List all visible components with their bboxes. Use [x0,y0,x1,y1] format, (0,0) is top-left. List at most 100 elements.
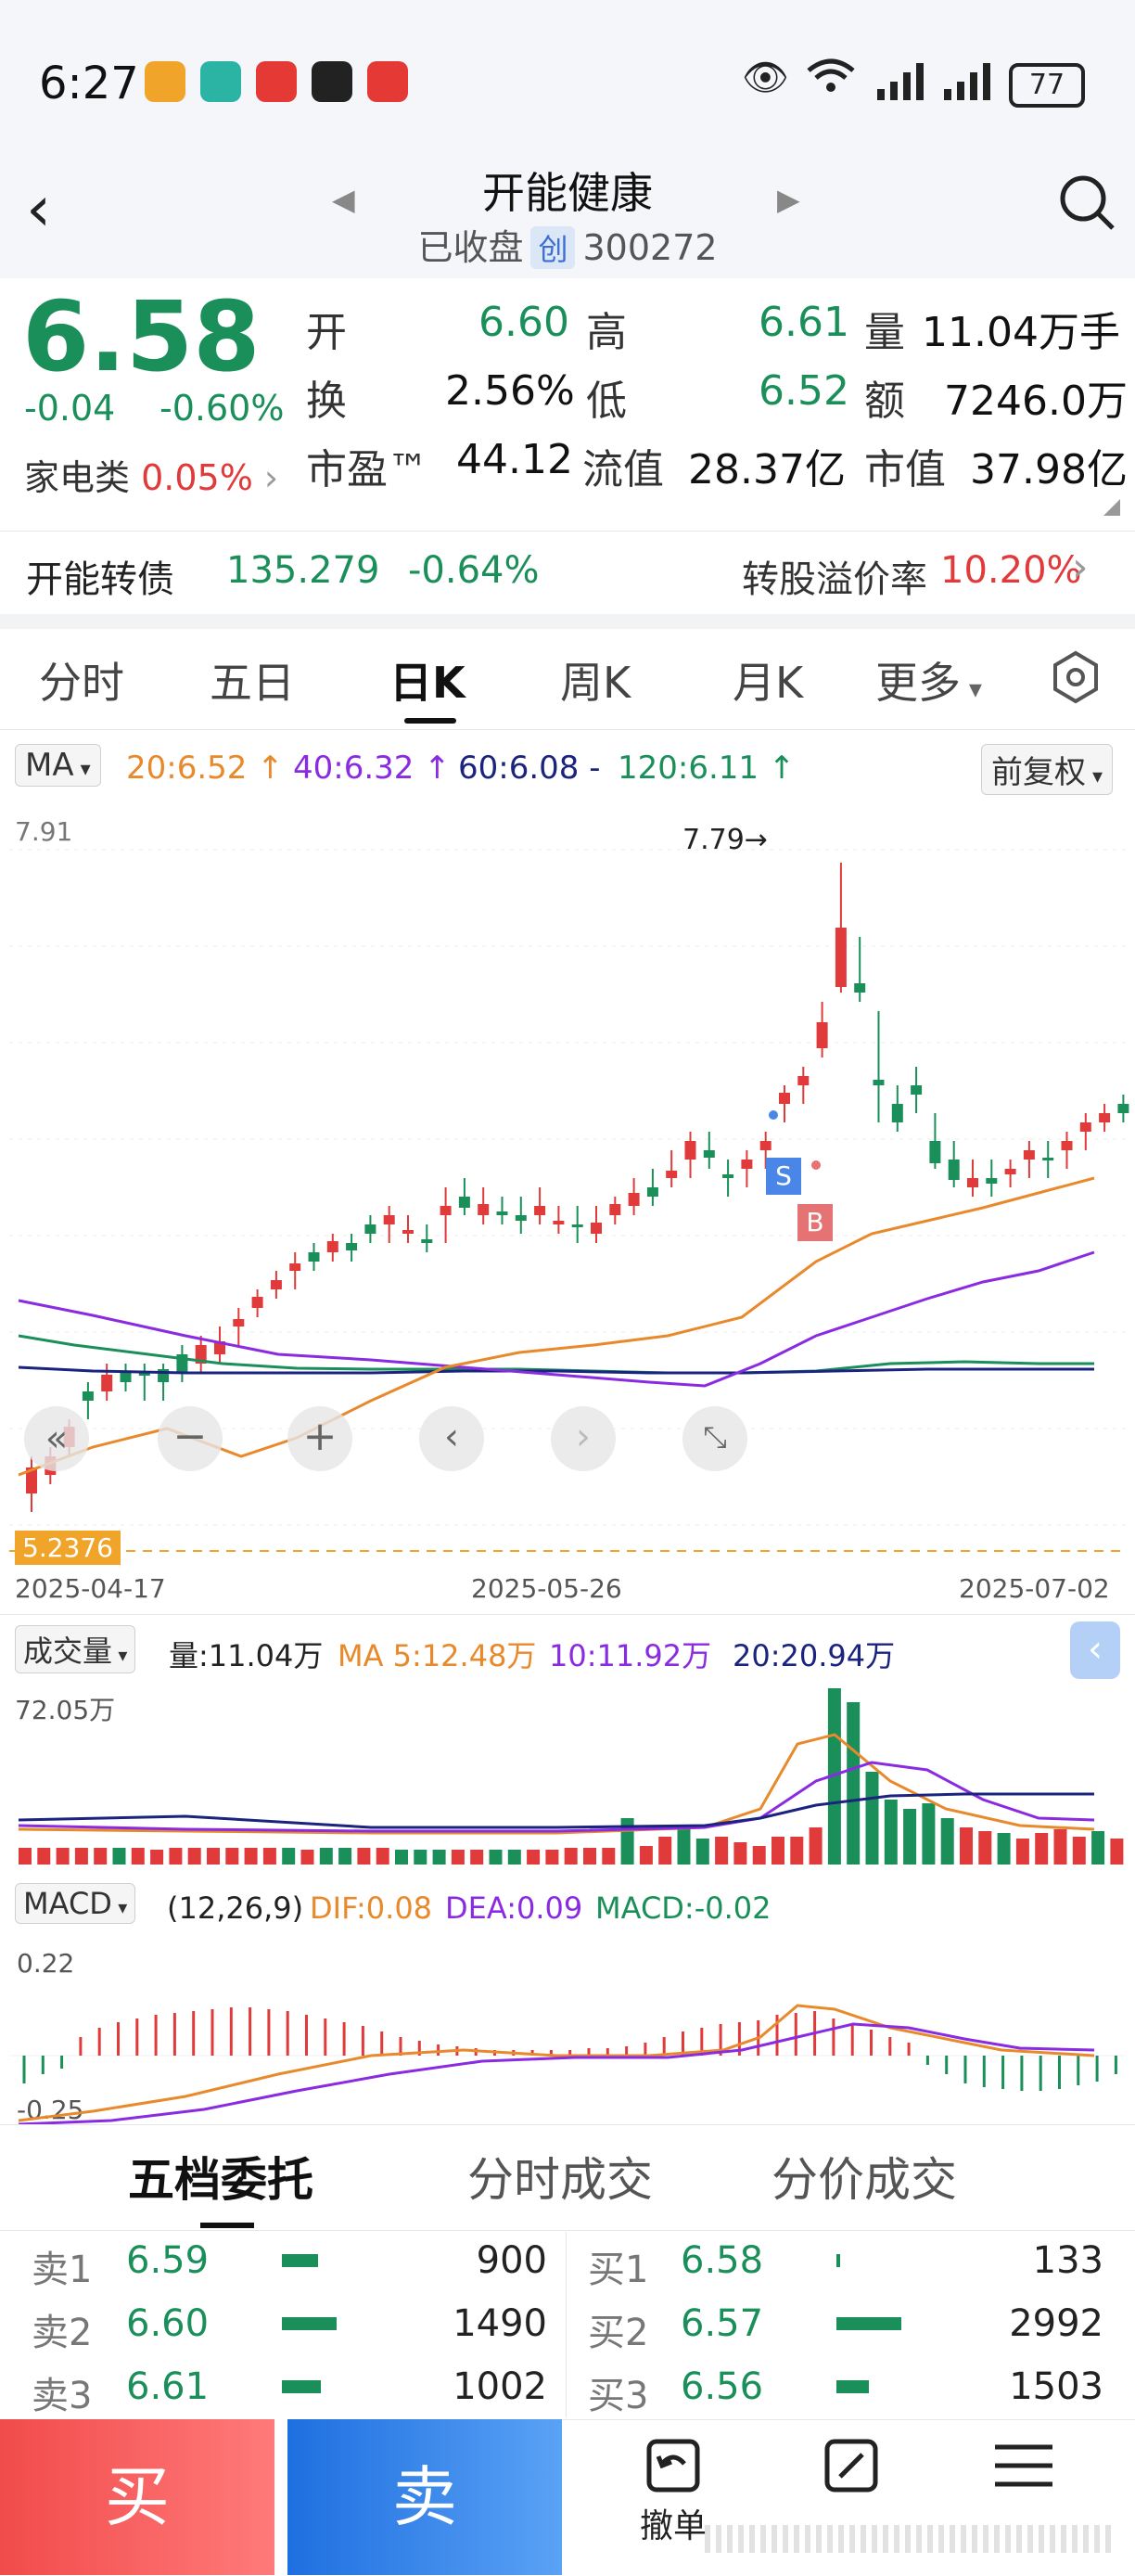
battery-indicator: 77 [1009,63,1085,108]
zoom-in-icon[interactable]: + [287,1406,352,1471]
candle-body [891,1104,903,1122]
volume-bar [169,1848,183,1865]
sector-link[interactable]: 家电类 0.05% › [24,449,278,500]
tab-weekly-k[interactable]: 周K [560,649,631,711]
volume-bar [960,1827,973,1865]
settings-icon[interactable] [1048,649,1103,709]
candle-body [779,1093,790,1104]
sell-vol-3: 1002 [453,2365,547,2408]
candle-body [948,1160,960,1180]
sell-bar-2 [282,2317,337,2330]
candle-body [609,1204,621,1215]
high-value: 6.61 [759,299,849,346]
candle-body [666,1171,678,1178]
book-center-divider [566,2232,567,2417]
tab-price-trades[interactable]: 分价成交 [772,2143,957,2210]
scroll-left-icon[interactable]: ‹ [419,1406,484,1471]
menu-icon[interactable] [987,2436,1061,2499]
buy-vol-1: 133 [1032,2239,1103,2282]
candle-body [308,1252,320,1262]
volume-bar [564,1848,578,1865]
volume-bar [470,1850,484,1865]
tab-intraday[interactable]: 分时 [39,649,124,711]
candle-body [591,1223,602,1234]
volume-bar [338,1848,352,1865]
volume-bar [733,1842,747,1865]
buy-price-3: 6.56 [681,2365,764,2408]
section-gap [0,614,1135,629]
sell-label-2: 卖2 [32,2312,93,2354]
wifi-icon [805,56,857,106]
tab-time-trades[interactable]: 分时成交 [467,2143,653,2210]
volume-bar [1053,1829,1067,1865]
volume-bar [940,1818,954,1865]
sell-vol-2: 1490 [453,2302,547,2345]
buy-vol-2: 2992 [1009,2302,1103,2345]
tab-more[interactable]: 更多 ▾ [875,649,982,711]
volume-bar [432,1850,446,1865]
kline-chart[interactable] [0,807,1135,1614]
sector-label: 家电类 [24,457,131,498]
board-tag: 创 [530,226,576,269]
edit-icon[interactable] [814,2436,888,2499]
volume-bar [244,1848,258,1865]
date-end: 2025-07-02 [959,1573,1110,1604]
zoom-out-icon[interactable]: − [158,1406,223,1471]
open-value: 6.60 [478,299,569,346]
high-label: 高 [586,309,627,356]
volume-bar [262,1848,276,1865]
app-icon [200,61,241,102]
volume-bar [300,1850,314,1865]
amount-value: 7246.0万 [944,378,1128,425]
volume-bar [639,1846,653,1865]
volume-bar [74,1848,88,1865]
volume-chart[interactable] [0,1670,1135,1865]
cancel-order-button[interactable]: 撤单 [636,2436,710,2547]
tab-daily-k[interactable]: 日K [389,649,465,711]
candle-body [421,1239,433,1243]
amount-label: 额 [864,378,905,425]
tab-order-book[interactable]: 五档委托 [128,2143,313,2210]
volume-label: 量 [864,309,905,356]
high-marker-value: 7.79 [682,824,745,856]
expand-corner-icon[interactable] [1103,499,1120,516]
sell-bar-1 [282,2254,318,2267]
rewind-icon[interactable]: « [24,1406,89,1471]
search-icon[interactable] [1057,173,1116,236]
adjust-select[interactable]: 前复权 ▾ [981,744,1114,795]
sell-button[interactable]: 卖 [287,2419,562,2575]
volume-select-label: 成交量 [23,1634,113,1669]
volume-bar [715,1837,729,1865]
weibo-icon [145,61,185,102]
macd-chart[interactable] [0,1935,1135,2126]
buy-button[interactable]: 买 [0,2419,274,2575]
candle-body [364,1224,376,1234]
volume-bar [884,1800,898,1865]
ma20-value: 20:6.52 ↑ [126,750,284,787]
candle-body [1099,1113,1111,1122]
fullscreen-icon[interactable]: ⤡ [682,1406,747,1471]
scroll-right-icon[interactable]: › [551,1406,616,1471]
tab-five-day[interactable]: 五日 [210,649,295,711]
bond-pct: -0.64% [408,549,540,592]
candle-body [515,1215,527,1221]
volume-bar [112,1848,126,1865]
buy-label-2: 买2 [588,2312,649,2354]
candle-body [646,1187,658,1197]
volume-bar [545,1850,559,1865]
price-change-pct: -0.60% [159,388,285,429]
ma-select[interactable]: MA ▾ [15,744,101,787]
volume-select[interactable]: 成交量 ▾ [15,1625,136,1673]
volume-bar [187,1848,201,1865]
candle-body [270,1280,282,1289]
buy-price-2: 6.57 [681,2302,764,2345]
tab-monthly-k[interactable]: 月K [733,649,803,711]
low-value: 6.52 [759,367,849,415]
volume-bar [865,1772,879,1865]
signal-icon-1 [875,61,927,106]
macd-select[interactable]: MACD ▾ [15,1883,136,1924]
candle-body [458,1197,470,1208]
divider [0,531,1135,532]
sell-label-3: 卖3 [32,2375,93,2417]
volume-bar [695,1839,709,1865]
